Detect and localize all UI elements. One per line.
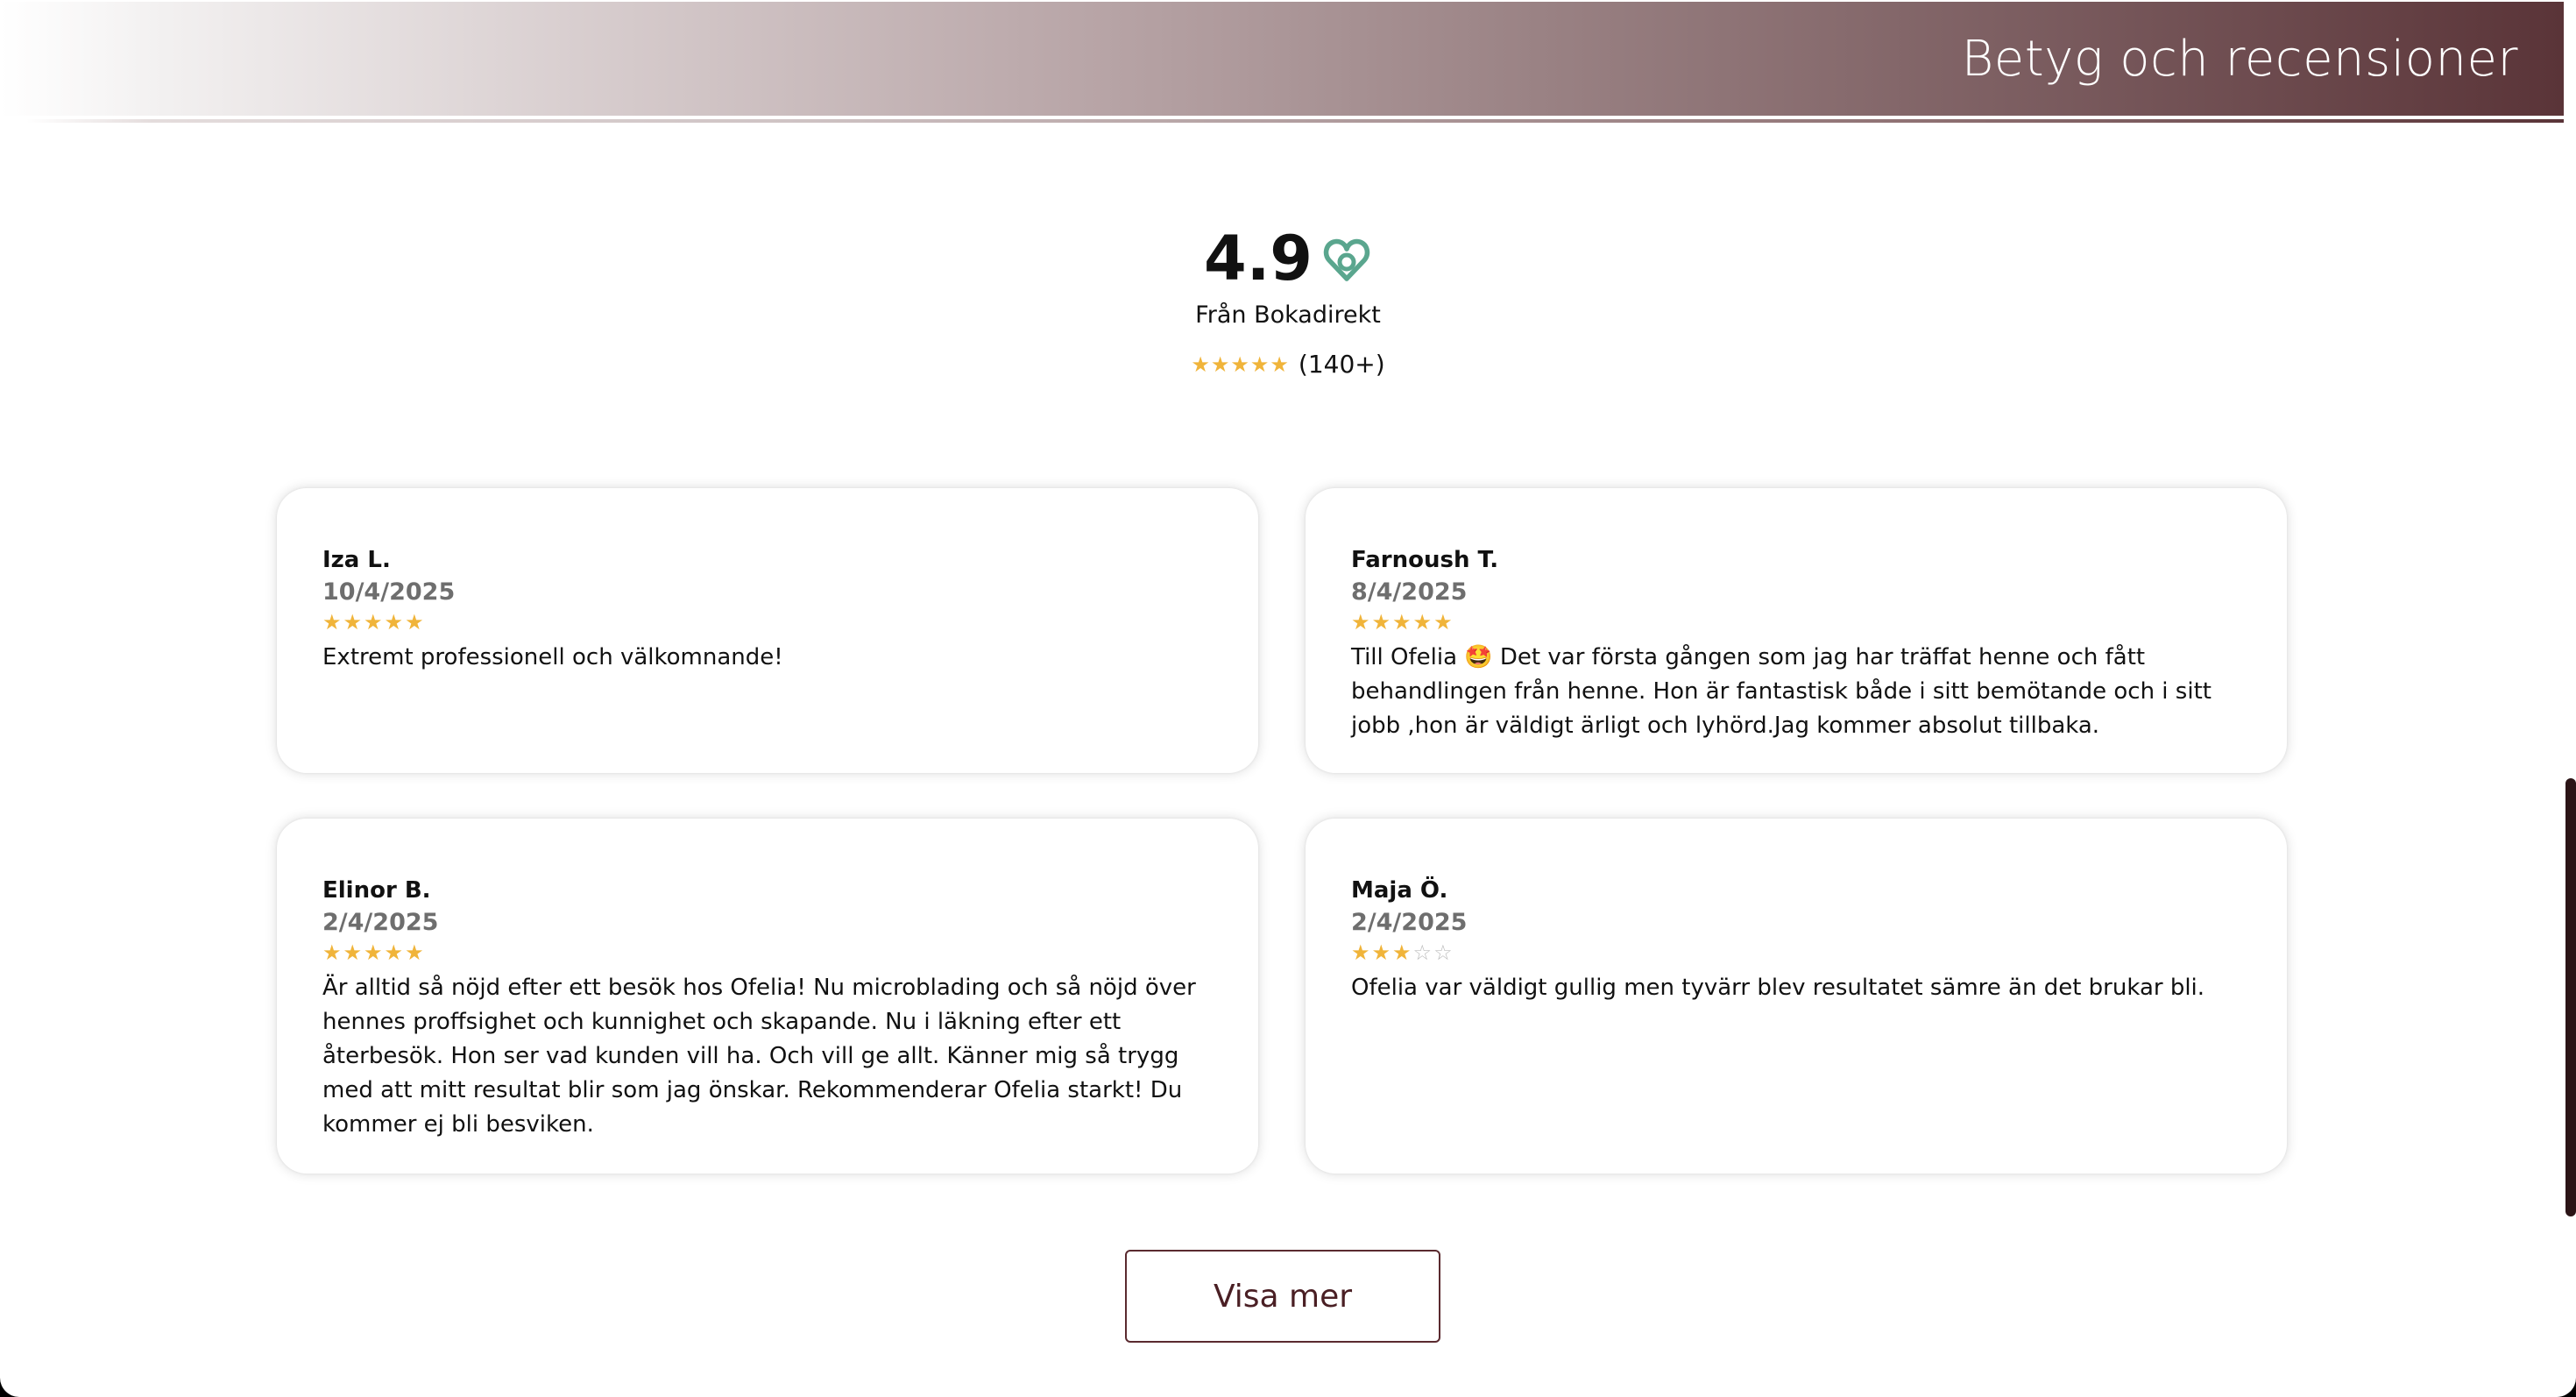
rating-summary: 4.9 Från Bokadirekt ★★★★★ (140+) (0, 219, 2576, 382)
section-title: Betyg och recensioner (1961, 31, 2518, 88)
review-date: 2/4/2025 (1351, 909, 1468, 936)
reviewer-name: Elinor B. (322, 877, 431, 904)
bokadirekt-logo-icon (1321, 233, 1372, 284)
scrollbar-thumb[interactable] (2565, 778, 2576, 1216)
reviews-page: Betyg och recensioner 4.9 Från Bokadirek… (0, 0, 2576, 1397)
header-banner: Betyg och recensioner (0, 2, 2564, 116)
star-filled: ★★★★★ (322, 610, 426, 635)
review-text: Är alltid så nöjd efter ett besök hos Of… (322, 975, 1196, 1138)
review-stars: ★★★★★ (322, 940, 1213, 966)
reviewer-name: Farnoush T. (1351, 547, 1499, 573)
review-card: Iza L. 10/4/2025 ★★★★★ Extremt professio… (277, 488, 1258, 773)
review-card: Farnoush T. 8/4/2025 ★★★★★ Till Ofelia 🤩… (1306, 488, 2287, 773)
star-empty: ☆☆ (1412, 940, 1454, 965)
review-text: Ofelia var väldigt gullig men tyvärr ble… (1351, 975, 2205, 1001)
review-text: Till Ofelia 🤩 Det var första gången som … (1351, 644, 2212, 739)
star-filled: ★★★★★ (322, 940, 426, 965)
reviewer-name: Iza L. (322, 547, 391, 573)
review-date: 2/4/2025 (322, 909, 439, 936)
star-filled: ★★★ (1351, 940, 1413, 965)
review-stars: ★★★★★ (1351, 609, 2241, 635)
review-stars: ★★★☆☆ (1351, 940, 2241, 966)
rating-source: Från Bokadirekt (1195, 301, 1381, 329)
rating-row: ★★★★★ (140+) (0, 347, 2576, 382)
show-more-button[interactable]: Visa mer (1125, 1250, 1440, 1343)
summary-stars: ★★★★★ (1191, 352, 1290, 377)
score-row: 4.9 (0, 219, 2576, 298)
header-divider (26, 119, 2564, 123)
review-card: Elinor B. 2/4/2025 ★★★★★ Är alltid så nö… (277, 819, 1258, 1174)
review-count: (140+) (1298, 350, 1385, 379)
reviewer-name: Maja Ö. (1351, 877, 1448, 904)
review-date: 8/4/2025 (1351, 578, 1468, 606)
review-stars: ★★★★★ (322, 609, 1213, 635)
review-date: 10/4/2025 (322, 578, 456, 606)
average-score: 4.9 (1203, 223, 1313, 294)
review-text: Extremt professionell och välkomnande! (322, 644, 783, 670)
star-filled: ★★★★★ (1351, 610, 1454, 635)
review-card: Maja Ö. 2/4/2025 ★★★☆☆ Ofelia var väldig… (1306, 819, 2287, 1174)
